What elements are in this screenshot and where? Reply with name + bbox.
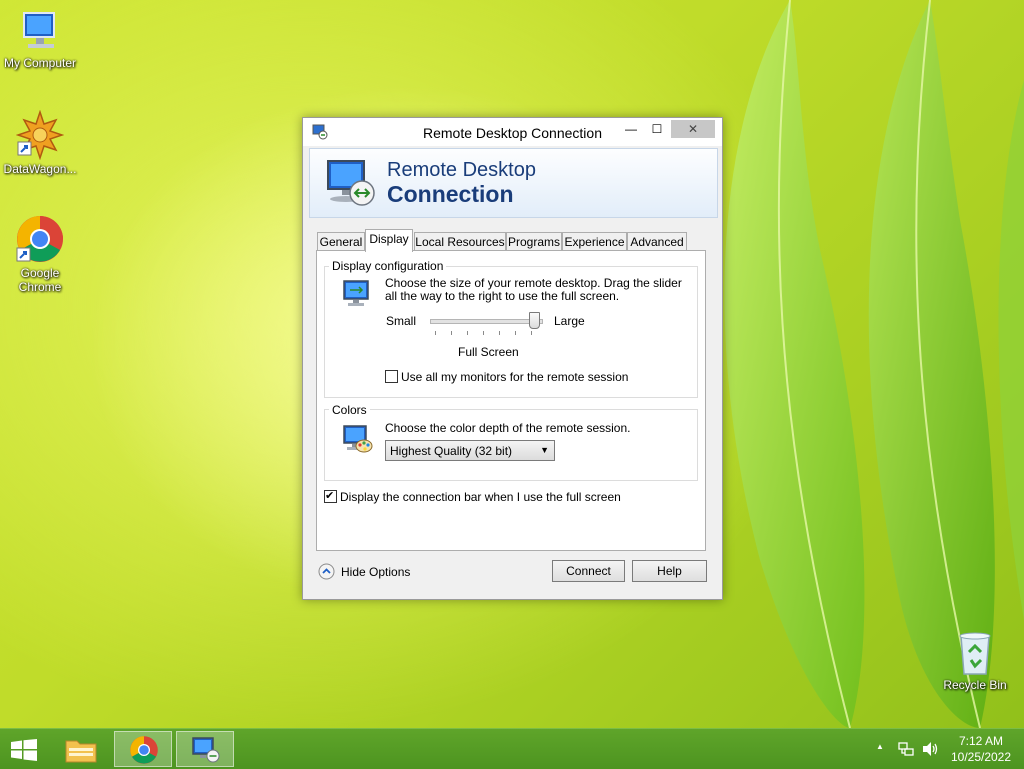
volume-icon[interactable] — [921, 741, 939, 757]
chevron-down-icon: ▼ — [540, 445, 549, 455]
clock-time: 7:12 AM — [958, 734, 1004, 748]
color-depth-dropdown[interactable]: Highest Quality (32 bit) ▼ — [385, 440, 555, 461]
folder-icon — [65, 740, 97, 763]
desktop-icon-label: My Computer — [3, 56, 77, 70]
chrome-icon — [130, 736, 158, 764]
colors-label: Colors — [329, 403, 370, 417]
rdp-banner: Remote Desktop Connection — [309, 148, 718, 218]
desktop-icon-datawagon[interactable]: DataWagon... — [0, 110, 80, 176]
system-clock[interactable]: 7:12 AM 10/25/2022 — [944, 733, 1018, 765]
network-icon[interactable] — [898, 741, 914, 757]
desktop-icon-label: Recycle Bin — [943, 678, 1007, 692]
use-all-monitors-label[interactable]: Use all my monitors for the remote sessi… — [401, 371, 628, 384]
taskbar-remote-desktop[interactable] — [176, 731, 234, 767]
display-tab-panel: Display configuration Choose the size of… — [316, 250, 706, 551]
taskbar-file-explorer[interactable] — [52, 731, 110, 767]
taskbar: ▲ 7:12 AM 10/25/2022 — [0, 728, 1024, 769]
tab-general[interactable]: General — [317, 232, 365, 251]
display-configuration-label: Display configuration — [329, 259, 447, 273]
color-depth-selected: Highest Quality (32 bit) — [390, 444, 513, 458]
tab-experience[interactable]: Experience — [562, 232, 627, 251]
desktop-icon-label: Google Chrome — [18, 266, 62, 294]
remote-desktop-window: Remote Desktop Connection — ☐ ✕ Remote D… — [302, 117, 723, 600]
banner-title-line2: Connection — [387, 181, 514, 207]
tab-programs[interactable]: Programs — [506, 232, 562, 251]
color-palette-icon — [343, 425, 373, 453]
display-monitor-icon — [343, 280, 369, 306]
computer-icon — [23, 12, 55, 48]
colors-description: Choose the color depth of the remote ses… — [385, 421, 631, 435]
taskbar-chrome[interactable] — [114, 731, 172, 767]
slider-ticks — [435, 331, 539, 335]
tab-advanced[interactable]: Advanced — [627, 232, 687, 251]
maximize-button[interactable]: ☐ — [644, 120, 670, 138]
close-button[interactable]: ✕ — [671, 120, 715, 138]
resolution-slider-thumb[interactable] — [529, 312, 540, 329]
tab-display[interactable]: Display — [365, 229, 413, 252]
help-button[interactable]: Help — [632, 560, 707, 582]
remote-desktop-monitor-icon — [327, 160, 375, 206]
tray-overflow-chevron[interactable]: ▲ — [876, 742, 884, 751]
recycle-bin-icon — [959, 632, 991, 675]
desktop-icon-label: DataWagon... — [3, 162, 77, 176]
remote-desktop-icon — [192, 737, 220, 763]
minimize-button[interactable]: — — [618, 120, 644, 138]
display-config-description: Choose the size of your remote desktop. … — [385, 276, 682, 303]
connection-bar-checkbox[interactable] — [324, 489, 337, 503]
chrome-icon — [16, 216, 63, 262]
use-all-monitors-checkbox[interactable] — [385, 370, 398, 383]
slider-max-label: Large — [554, 314, 585, 328]
desktop-icon-google-chrome[interactable]: Google Chrome — [0, 212, 80, 294]
chevron-up-circle-icon — [318, 563, 335, 580]
title-bar[interactable]: Remote Desktop Connection — ☐ ✕ — [303, 118, 722, 146]
tab-local-resources[interactable]: Local Resources — [414, 232, 506, 251]
windows-logo-icon — [11, 739, 37, 761]
desktop-icon-my-computer[interactable]: My Computer — [0, 10, 80, 70]
clock-date: 10/25/2022 — [950, 750, 1012, 764]
banner-title-line1: Remote Desktop — [387, 159, 536, 181]
hide-options-label: Hide Options — [341, 565, 411, 579]
datawagon-logo-icon — [16, 110, 64, 160]
resolution-slider-track[interactable] — [430, 319, 543, 324]
slider-value-label: Full Screen — [458, 345, 519, 359]
slider-min-label: Small — [386, 314, 417, 328]
connect-button[interactable]: Connect — [552, 560, 625, 582]
desktop-icon-recycle-bin[interactable]: Recycle Bin — [935, 630, 1015, 692]
start-button[interactable] — [0, 731, 48, 767]
connection-bar-label[interactable]: Display the connection bar when I use th… — [340, 491, 621, 504]
